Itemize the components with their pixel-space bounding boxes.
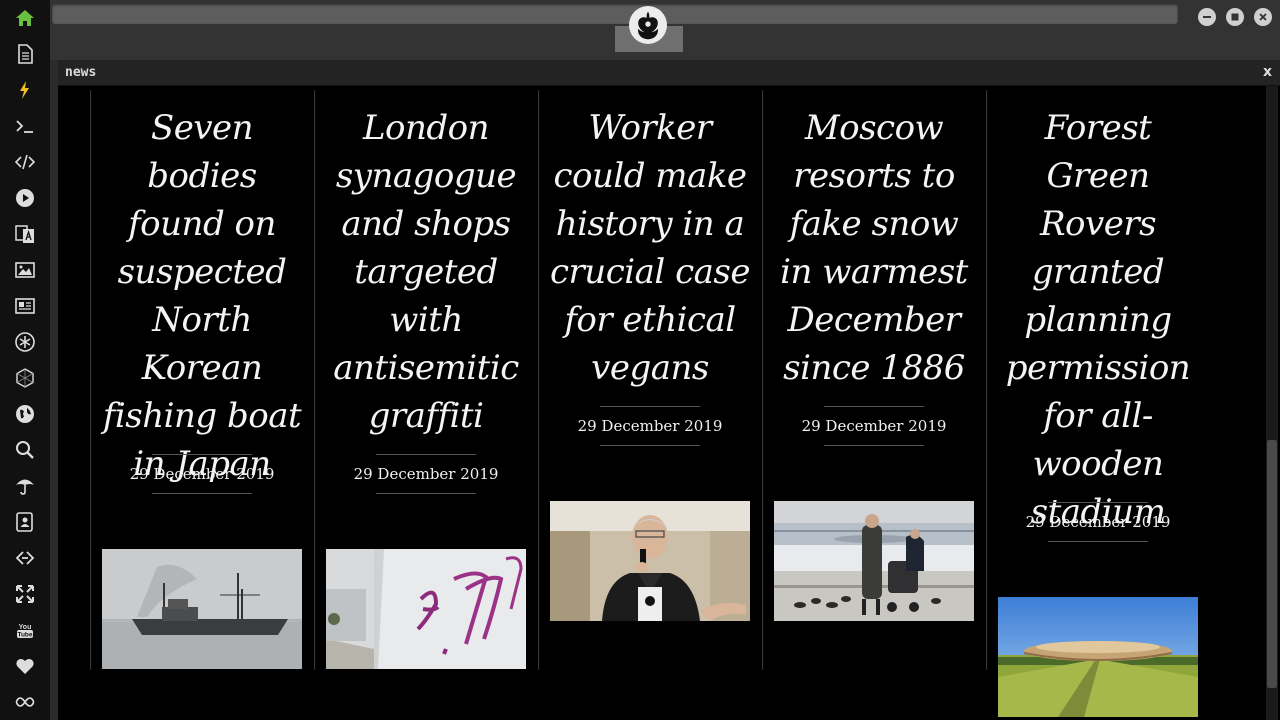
news-thumbnail[interactable] (774, 501, 974, 621)
news-date-block: 29 December 2019 (102, 454, 302, 494)
umbrella-icon[interactable] (14, 475, 36, 497)
news-card[interactable]: Seven bodies found on suspected North Ko… (90, 90, 314, 670)
scrollbar-thumb[interactable] (1267, 440, 1277, 688)
heart-icon[interactable] (14, 655, 36, 677)
globe-icon[interactable] (14, 403, 36, 425)
news-date-block: 29 December 2019 (326, 454, 526, 494)
top-bar (50, 0, 1280, 60)
news-date-block: 29 December 2019 (998, 502, 1198, 542)
close-window-button[interactable] (1254, 8, 1272, 26)
address-bar[interactable] (52, 4, 1178, 24)
news-thumbnail[interactable] (550, 501, 750, 621)
news-date: 29 December 2019 (577, 417, 723, 435)
news-card[interactable]: Forest Green Rovers granted planning per… (986, 90, 1210, 717)
news-thumbnail[interactable] (326, 549, 526, 669)
code-icon[interactable] (14, 151, 36, 173)
panel-close-button[interactable]: x (1263, 64, 1272, 80)
rebel-alliance-logo-icon[interactable] (629, 6, 667, 44)
asterisk-icon[interactable] (14, 331, 36, 353)
home-icon[interactable] (14, 7, 36, 29)
translate-icon[interactable] (14, 223, 36, 245)
news-date: 29 December 2019 (801, 417, 947, 435)
news-headline[interactable]: London synagogue and shops targeted with… (326, 104, 526, 440)
card-divider (538, 90, 539, 670)
image-icon[interactable] (14, 259, 36, 281)
news-date-block: 29 December 2019 (774, 406, 974, 446)
news-card[interactable]: Moscow resorts to fake snow in warmest D… (762, 90, 986, 670)
expand-icon[interactable] (14, 583, 36, 605)
link-icon[interactable] (14, 547, 36, 569)
panel-header: news x (58, 60, 1280, 86)
search-icon[interactable] (14, 439, 36, 461)
card-divider (90, 90, 91, 670)
card-divider (314, 90, 315, 670)
news-date: 29 December 2019 (353, 465, 499, 483)
hexagon-icon[interactable] (14, 367, 36, 389)
minimize-button[interactable] (1198, 8, 1216, 26)
news-panel: news x Seven bodies found on suspected N… (58, 60, 1280, 720)
contact-icon[interactable] (14, 511, 36, 533)
sidebar: You Tube (0, 0, 50, 720)
news-thumbnail[interactable] (102, 549, 302, 669)
news-date: 29 December 2019 (129, 465, 275, 483)
news-thumbnail[interactable] (998, 597, 1198, 717)
document-icon[interactable] (14, 43, 36, 65)
lightning-icon[interactable] (14, 79, 36, 101)
news-headline[interactable]: Worker could make history in a crucial c… (550, 104, 750, 392)
maximize-button[interactable] (1226, 8, 1244, 26)
news-icon[interactable] (14, 295, 36, 317)
infinity-icon[interactable] (14, 691, 36, 713)
svg-text:You: You (19, 624, 32, 631)
news-headline[interactable]: Forest Green Rovers granted planning per… (998, 104, 1198, 536)
news-card[interactable]: Worker could make history in a crucial c… (538, 90, 762, 670)
news-date-block: 29 December 2019 (550, 406, 750, 446)
play-icon[interactable] (14, 187, 36, 209)
news-date: 29 December 2019 (1025, 513, 1171, 531)
panel-title: news (65, 65, 97, 80)
terminal-icon[interactable] (14, 115, 36, 137)
card-divider (762, 90, 763, 670)
news-card[interactable]: London synagogue and shops targeted with… (314, 90, 538, 670)
svg-text:Tube: Tube (17, 632, 32, 639)
card-divider (986, 90, 987, 670)
youtube-icon[interactable]: You Tube (14, 619, 36, 641)
news-headline[interactable]: Seven bodies found on suspected North Ko… (102, 104, 302, 488)
news-headline[interactable]: Moscow resorts to fake snow in warmest D… (774, 104, 974, 392)
